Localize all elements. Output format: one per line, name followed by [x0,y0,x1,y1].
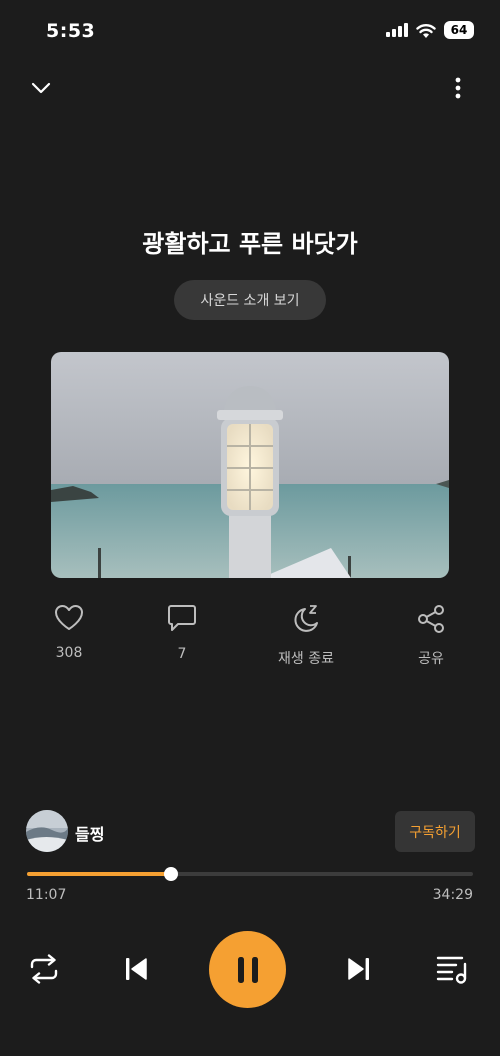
pause-icon [237,956,258,983]
share-button[interactable]: 공유 [386,604,476,668]
playlist-icon [436,956,467,984]
sound-intro-button[interactable]: 사운드 소개 보기 [174,280,326,320]
moon-sleep-icon [294,605,318,632]
skip-next-icon [348,958,369,980]
repeat-button[interactable] [26,951,62,987]
sleep-timer-label: 재생 종료 [278,651,334,667]
pause-button[interactable] [209,931,286,1008]
previous-button[interactable] [118,951,154,987]
wifi-icon [416,23,436,38]
comment-icon [168,605,196,631]
track-title: 광활하고 푸른 바닷가 [142,230,358,258]
artist-name[interactable]: 들찡 [75,821,104,845]
share-icon [418,605,444,633]
repeat-icon [30,954,58,984]
status-icons: 64 [386,21,474,39]
collapse-button[interactable] [28,76,54,100]
total-time: 34:29 [432,887,473,903]
like-button[interactable]: 308 [24,604,114,661]
more-vertical-icon [455,77,461,99]
comment-count: 7 [177,646,187,662]
chevron-down-icon [31,82,51,94]
skip-previous-icon [126,958,147,980]
progress-thumb[interactable] [163,867,178,881]
share-label: 공유 [418,651,444,667]
progress-bar[interactable] [27,867,473,881]
more-options-button[interactable] [448,76,468,100]
current-time: 11:07 [26,887,67,903]
next-button[interactable] [341,951,377,987]
comment-button[interactable]: 7 [137,604,227,662]
signal-icon [386,23,408,37]
progress-fill [27,872,171,876]
track-artwork [51,352,449,578]
playlist-button[interactable] [434,951,472,987]
avatar[interactable] [26,810,68,852]
like-count: 308 [55,645,83,661]
heart-icon [55,605,83,630]
subscribe-button[interactable]: 구독하기 [395,811,475,852]
status-time: 5:53 [46,20,96,42]
sleep-timer-button[interactable]: 재생 종료 [261,604,351,668]
battery-indicator: 64 [444,21,474,39]
